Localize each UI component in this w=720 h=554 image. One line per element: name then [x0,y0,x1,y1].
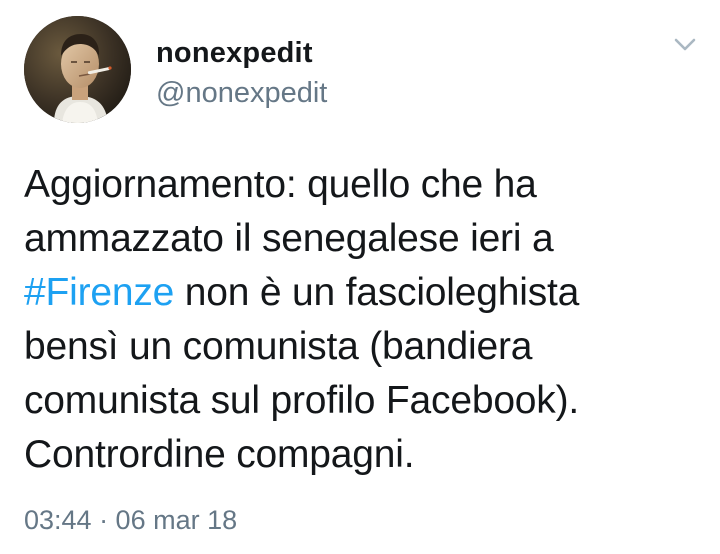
tweet-text: Aggiornamento: quello che ha ammazzato i… [24,158,704,482]
hashtag-link[interactable]: #Firenze [24,271,174,314]
avatar[interactable] [24,16,131,123]
tweet-line: bensì un comunista (bandiera [24,325,533,368]
tweet-line: comunista sul profilo Facebook). [24,379,580,422]
avatar-image [24,16,131,123]
chevron-down-icon[interactable] [672,32,698,58]
tweet-line: #Firenze non è un fascioleghista [24,266,704,320]
tweet-line: Contrordine compagni. [24,433,415,476]
tweet-line-text: non è un fascioleghista [174,271,580,314]
tweet-timestamp[interactable]: 03:44 · 06 mar 18 [24,503,237,537]
tweet-line: ammazzato il senegalese ieri a [24,217,554,260]
tweet-line: Aggiornamento: quello che ha [24,163,537,206]
user-handle[interactable]: @nonexpedit [156,76,327,110]
display-name[interactable]: nonexpedit [156,36,313,70]
